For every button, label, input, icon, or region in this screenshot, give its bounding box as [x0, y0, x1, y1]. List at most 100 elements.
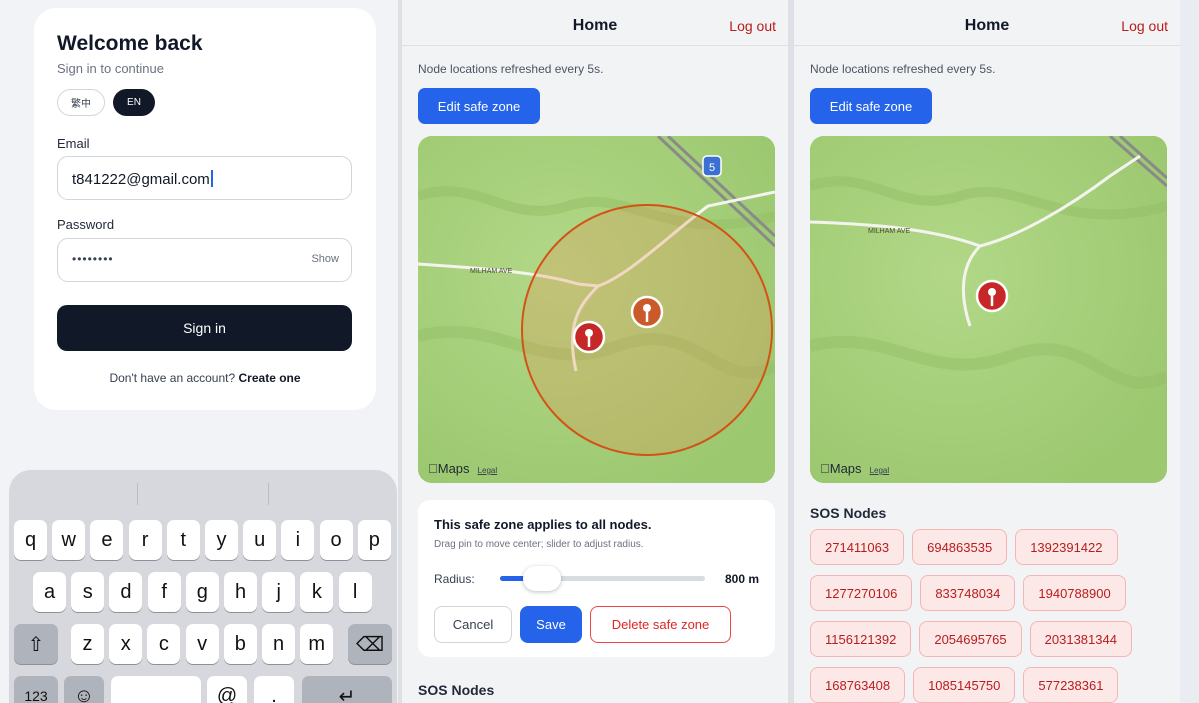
maps-legal-link[interactable]: Legal [478, 466, 498, 475]
dot-key[interactable]: . [254, 676, 294, 703]
signup-row: Don't have an account? Create one [34, 371, 376, 385]
home-screen-editing: Home Log out Node locations refreshed ev… [402, 0, 788, 703]
key-l[interactable]: l [338, 572, 372, 612]
cancel-button[interactable]: Cancel [434, 606, 512, 643]
sos-node-chip[interactable]: 1392391422 [1015, 529, 1118, 565]
key-f[interactable]: f [147, 572, 181, 612]
key-o[interactable]: o [319, 520, 353, 560]
key-n[interactable]: n [262, 624, 295, 664]
key-b[interactable]: b [223, 624, 257, 664]
key-p[interactable]: p [357, 520, 391, 560]
delete-safe-zone-button[interactable]: Delete safe zone [590, 606, 731, 643]
edit-safe-zone-button[interactable]: Edit safe zone [810, 88, 932, 124]
email-value: t841222@gmail.com [72, 171, 210, 188]
sos-node-chip[interactable]: 1940788900 [1023, 575, 1126, 611]
sos-node-chip[interactable]: 1085145750 [913, 667, 1016, 703]
node-pin-icon[interactable] [975, 279, 1009, 313]
key-u[interactable]: u [243, 520, 277, 560]
maps-legal-link[interactable]: Legal [870, 466, 890, 475]
shield-label: 5 [709, 162, 715, 174]
road-label: MILHAM AVE [868, 228, 911, 235]
space-key[interactable] [111, 676, 201, 703]
key-t[interactable]: t [166, 520, 200, 560]
maps-brand: Maps [428, 461, 470, 476]
key-i[interactable]: i [281, 520, 315, 560]
key-w[interactable]: w [52, 520, 86, 560]
create-account-link[interactable]: Create one [239, 371, 301, 385]
top-bar: Home Log out [402, 0, 788, 46]
lang-en-button[interactable]: EN [113, 89, 155, 116]
key-x[interactable]: x [109, 624, 143, 664]
backspace-key[interactable]: ⌫ [348, 624, 392, 664]
maps-attribution: MapsLegal [820, 461, 889, 476]
password-label: Password [57, 217, 115, 232]
key-k[interactable]: k [300, 572, 334, 612]
map-view[interactable]: 5 MILHAM AVE MapsLegal [418, 136, 775, 483]
login-title: Welcome back [57, 32, 203, 55]
sos-node-chip[interactable]: 168763408 [810, 667, 906, 703]
key-r[interactable]: r [128, 520, 162, 560]
shift-key[interactable]: ⇧ [14, 624, 58, 664]
maps-attribution: MapsLegal [428, 461, 497, 476]
show-password-button[interactable]: Show [311, 253, 339, 265]
sos-node-chip[interactable]: 271411063 [810, 529, 905, 565]
key-j[interactable]: j [262, 572, 296, 612]
key-h[interactable]: h [224, 572, 257, 612]
sos-node-chip[interactable]: 2031381344 [1029, 621, 1132, 657]
map-canvas: MILHAM AVE [810, 136, 1167, 483]
emoji-key[interactable]: ☺ [64, 676, 104, 703]
key-q[interactable]: q [14, 520, 47, 560]
node-pin-icon[interactable] [572, 320, 606, 354]
key-v[interactable]: v [185, 624, 219, 664]
map-canvas: 5 MILHAM AVE [418, 136, 775, 483]
safe-zone-hint: Drag pin to move center; slider to adjus… [434, 539, 644, 550]
sos-node-chip[interactable]: 1277270106 [810, 575, 913, 611]
text-caret [210, 170, 213, 187]
return-key[interactable]: ↵ [302, 676, 392, 703]
lang-zh-button[interactable]: 繁中 [57, 89, 105, 116]
password-field[interactable]: •••••••• Show [57, 238, 352, 282]
key-e[interactable]: e [90, 520, 124, 560]
safe-zone-editor: This safe zone applies to all nodes. Dra… [418, 500, 775, 657]
logout-button[interactable]: Log out [1121, 18, 1168, 34]
sos-node-chip[interactable]: 833748034 [920, 575, 1016, 611]
email-label: Email [57, 136, 90, 151]
top-bar: Home Log out [794, 0, 1180, 46]
maps-brand: Maps [820, 461, 862, 476]
key-s[interactable]: s [71, 572, 105, 612]
suggestion-divider [137, 483, 138, 505]
key-m[interactable]: m [300, 624, 334, 664]
sos-node-list: 271411063 694863535 1392391422 1277270106 83… [810, 529, 1170, 703]
logout-button[interactable]: Log out [729, 18, 776, 34]
shield-icon: 5 [702, 155, 722, 177]
radius-label: Radius: [434, 572, 475, 586]
sos-node-chip[interactable]: 577238361 [1023, 667, 1119, 703]
key-d[interactable]: d [109, 572, 143, 612]
password-mask: •••••••• [72, 252, 114, 266]
home-screen: Home Log out Node locations refreshed ev… [794, 0, 1180, 703]
login-screen: Welcome back Sign in to continue 繁中 EN E… [0, 0, 398, 703]
edit-safe-zone-button[interactable]: Edit safe zone [418, 88, 540, 124]
numbers-key[interactable]: 123 [14, 676, 58, 703]
key-a[interactable]: a [33, 572, 66, 612]
center-pin-icon[interactable] [630, 295, 664, 329]
radius-slider[interactable] [500, 566, 705, 591]
key-y[interactable]: y [205, 520, 238, 560]
onscreen-keyboard: q w e r t y u i o p a s d f g h j k l ⇧ z x c v b n m ⌫ 123 ☺ @. ↵ [9, 470, 397, 703]
login-card: Welcome back Sign in to continue 繁中 EN E… [34, 8, 376, 410]
map-view[interactable]: MILHAM AVE MapsLegal [810, 136, 1167, 483]
sos-node-chip[interactable]: 694863535 [912, 529, 1008, 565]
sign-in-button[interactable]: Sign in [57, 305, 352, 351]
refresh-note: Node locations refreshed every 5s. [418, 62, 604, 76]
sos-nodes-title: SOS Nodes [810, 505, 887, 521]
sos-node-chip[interactable]: 2054695765 [919, 621, 1022, 657]
at-key[interactable]: @ [207, 676, 247, 703]
key-z[interactable]: z [71, 624, 104, 664]
email-field[interactable]: t841222@gmail.com [57, 156, 352, 200]
refresh-note: Node locations refreshed every 5s. [810, 62, 996, 76]
save-button[interactable]: Save [520, 606, 582, 643]
radius-slider-knob[interactable] [522, 566, 561, 591]
key-c[interactable]: c [147, 624, 181, 664]
key-g[interactable]: g [185, 572, 219, 612]
sos-node-chip[interactable]: 1156121392 [810, 621, 912, 657]
